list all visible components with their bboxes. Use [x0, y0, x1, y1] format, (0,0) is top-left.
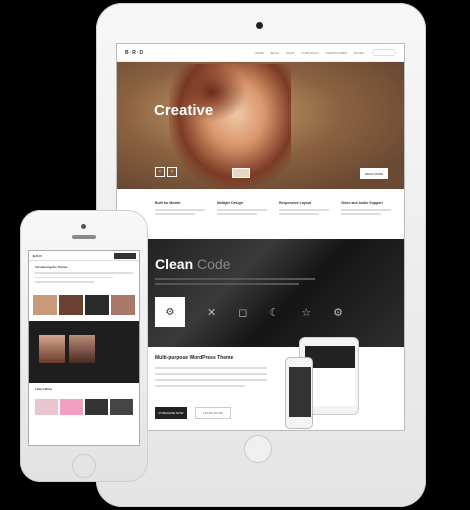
menu-item-portfolio[interactable]: PORTFOLIO [301, 51, 318, 55]
settings-icon[interactable]: ⚙ [333, 306, 343, 319]
phone-gallery [29, 293, 139, 317]
work-image[interactable] [110, 399, 133, 415]
section-title-light: Code [197, 256, 231, 272]
phone-latest-heading: Latest Work [35, 387, 53, 391]
menu-item-pages[interactable]: PAGES [354, 51, 364, 55]
menu-item-blog[interactable]: BLOG [271, 51, 279, 55]
feature-column: Responsive Layout [279, 201, 329, 239]
gallery-image[interactable] [111, 295, 135, 315]
phone-intro: Introducing the Theme [29, 261, 139, 293]
slider-next-button[interactable]: › [167, 167, 177, 177]
phone-menu-button[interactable] [114, 253, 136, 259]
slider-prev-button[interactable]: ‹ [155, 167, 165, 177]
theme-promo-section: Multi-purpose WordPress Theme PURCHASE N… [117, 337, 404, 430]
hero-cta-button[interactable]: READ MORE [360, 168, 388, 179]
responsive-icon-box[interactable]: ⚙ [155, 297, 185, 327]
star-icon[interactable]: ☆ [301, 306, 311, 319]
site-logo[interactable]: B·R·D [125, 50, 144, 56]
slider-arrows: ‹ › [155, 167, 177, 177]
menu-item-shop[interactable]: SHOP [286, 51, 295, 55]
iphone-speaker [72, 235, 96, 239]
phone-logo[interactable]: B·R·D [33, 254, 42, 258]
clean-code-section: Clean Code ⚙ ✕ ◻ ☾ ☆ ⚙ [117, 239, 404, 347]
iphone-home-button[interactable] [72, 454, 96, 478]
phone-dark-section [29, 321, 139, 383]
feature-column: Built for Mobile [155, 201, 205, 239]
iphone-device: B·R·D Introducing the Theme Latest Work [20, 210, 148, 482]
section-title-bold: Clean [155, 256, 194, 272]
ipad-screen: B·R·D HOME BLOG SHOP PORTFOLIO SHORTCODE… [116, 43, 405, 431]
ipad-camera [256, 22, 263, 29]
gallery-image[interactable] [59, 295, 83, 315]
work-image[interactable] [85, 399, 108, 415]
hero-title: Creative [154, 102, 214, 119]
slider-thumbnail[interactable] [232, 168, 250, 178]
iphone-camera [81, 224, 86, 229]
site-navbar: B·R·D HOME BLOG SHOP PORTFOLIO SHORTCODE… [117, 44, 404, 62]
hero-slider: Creative ‹ › READ MORE [117, 62, 404, 189]
portrait-image[interactable] [69, 335, 95, 363]
learn-more-button[interactable]: LEARN MORE [195, 407, 231, 419]
feature-heading: Multiple Design [217, 201, 243, 205]
gallery-image[interactable] [33, 295, 57, 315]
portrait-image[interactable] [39, 335, 65, 363]
phone-latest-work: Latest Work [29, 383, 139, 419]
phone-navbar: B·R·D [29, 251, 139, 261]
feature-heading: Built for Mobile [155, 201, 181, 205]
tools-icon[interactable]: ✕ [207, 306, 216, 319]
feature-column: Video and Audio Support [341, 201, 391, 239]
section-title: Clean Code [155, 256, 230, 272]
feature-heading: Responsive Layout [279, 201, 312, 205]
mini-phone-image [285, 357, 313, 429]
purchase-button[interactable]: PURCHASE NOW [155, 407, 187, 419]
work-image[interactable] [35, 399, 58, 415]
iphone-screen: B·R·D Introducing the Theme Latest Work [28, 250, 140, 446]
promo-heading: Multi-purpose WordPress Theme [155, 355, 234, 361]
gear-icon: ⚙ [165, 306, 175, 318]
section-text [155, 278, 315, 288]
phone-intro-heading: Introducing the Theme [35, 265, 68, 269]
features-row: Built for Mobile Multiple Design Respons… [117, 189, 404, 239]
feature-icons: ⚙ ✕ ◻ ☾ ☆ ⚙ [155, 297, 343, 327]
gallery-image[interactable] [85, 295, 109, 315]
menu-item-home[interactable]: HOME [255, 51, 264, 55]
search-input[interactable] [372, 49, 396, 56]
ipad-home-button[interactable] [244, 435, 272, 463]
menu-item-shortcodes[interactable]: SHORTCODES [326, 51, 347, 55]
site-menu: HOME BLOG SHOP PORTFOLIO SHORTCODES PAGE… [255, 51, 364, 55]
moon-icon[interactable]: ☾ [269, 306, 279, 319]
feature-heading: Video and Audio Support [341, 201, 383, 205]
feature-column: Multiple Design [217, 201, 267, 239]
work-image[interactable] [60, 399, 83, 415]
chat-icon[interactable]: ◻ [238, 306, 247, 319]
